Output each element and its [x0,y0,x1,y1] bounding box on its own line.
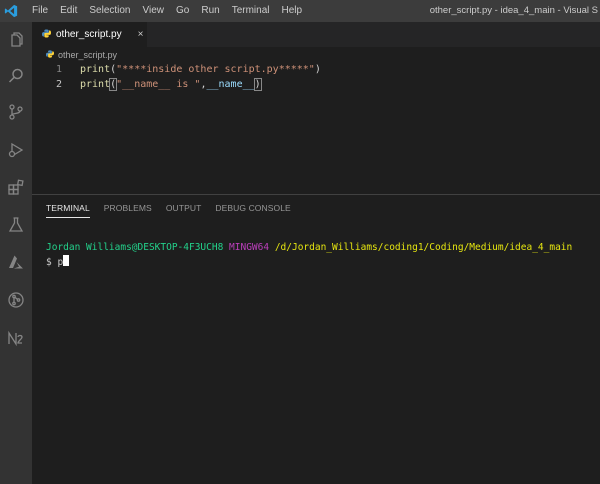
terminal[interactable]: Jordan Williams@DESKTOP-4F3UCH8 MINGW64 … [46,241,572,270]
menu-view[interactable]: View [137,0,171,22]
panel-tabs: TERMINAL PROBLEMS OUTPUT DEBUG CONSOLE [46,203,305,218]
menu-file[interactable]: File [26,0,54,22]
menu-terminal[interactable]: Terminal [226,0,276,22]
menu-help[interactable]: Help [276,0,309,22]
explorer-icon[interactable] [0,24,32,56]
code-string: "****inside other script.py*****" [116,64,315,75]
bottom-panel: TERMINAL PROBLEMS OUTPUT DEBUG CONSOLE J… [32,194,600,484]
terminal-msys: MINGW64 [229,242,270,253]
code-function: print [80,79,111,90]
tab-terminal[interactable]: TERMINAL [46,203,90,218]
tab-output[interactable]: OUTPUT [166,203,202,218]
title-bar: File Edit Selection View Go Run Terminal… [0,0,600,22]
menu-bar: File Edit Selection View Go Run Terminal… [26,0,308,22]
code-text: print("__name__ is ",__name__) [80,77,262,92]
terminal-prompt: $ p [46,257,64,268]
code-string: "__name__ is " [116,79,201,90]
tab-debug-console[interactable]: DEBUG CONSOLE [215,203,290,218]
code-variable: __name__ [206,79,255,90]
terminal-cursor [63,255,70,266]
tab-other-script[interactable]: other_script.py × [32,22,147,47]
code-text: print("****inside other script.py*****") [80,62,321,77]
run-debug-icon[interactable] [0,134,32,166]
terminal-prompt-header: Jordan Williams@DESKTOP-4F3UCH8 MINGW64 … [46,241,572,255]
window-title: other_script.py - idea_4_main - Visual S [429,5,598,16]
source-control-icon[interactable] [0,96,32,128]
python-file-icon [42,28,51,41]
breadcrumb[interactable]: other_script.py [32,47,117,62]
azure-icon[interactable] [0,246,32,278]
menu-edit[interactable]: Edit [54,0,83,22]
terminal-path: /d/Jordan_Williams/coding1/Coding/Medium… [274,242,573,253]
line-number: 2 [55,79,62,90]
search-icon[interactable] [0,60,32,92]
menu-run[interactable]: Run [195,0,225,22]
extensions-icon[interactable] [0,171,32,203]
code-function: print [80,64,111,75]
editor-tab-bar: other_script.py × [32,22,600,47]
tab-problems[interactable]: PROBLEMS [104,203,152,218]
tab-close-icon[interactable]: × [138,29,144,40]
code-editor[interactable]: 1 print("****inside other script.py*****… [32,62,600,194]
notebook-icon[interactable] [0,322,32,354]
terminal-user-host: Jordan Williams@DESKTOP-4F3UCH8 [46,242,224,253]
tab-label: other_script.py [56,29,122,40]
terminal-input-line[interactable]: $ p [46,255,572,270]
code-paren: ) [253,78,262,91]
git-graph-icon[interactable] [0,284,32,316]
menu-go[interactable]: Go [170,0,195,22]
breadcrumb-file: other_script.py [58,49,118,60]
testing-flask-icon[interactable] [0,209,32,241]
line-number: 1 [55,64,62,75]
vscode-logo-icon [0,0,22,22]
code-paren: ) [314,64,321,75]
activity-bar [0,22,32,484]
code-line: 1 print("****inside other script.py*****… [32,62,600,77]
code-line: 2 print("__name__ is ",__name__) [32,77,600,92]
python-file-icon [46,49,54,60]
menu-selection[interactable]: Selection [83,0,136,22]
